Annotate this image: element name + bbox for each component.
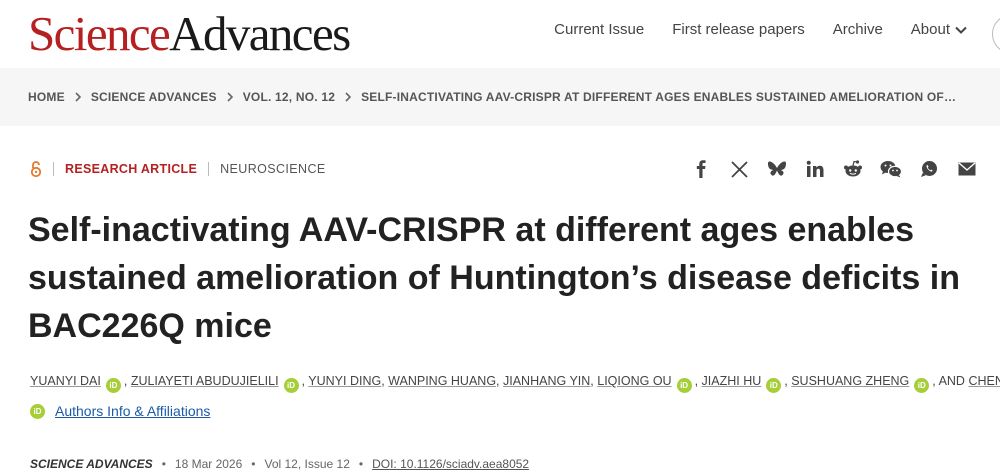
orcid-icon[interactable]: iD [676,378,692,393]
author-name[interactable]: WANPING HUANG [388,374,496,388]
author-name[interactable]: LIQIONG OU [597,374,671,388]
orcid-icon[interactable]: iD [914,378,930,393]
nav-first-release-papers[interactable]: First release papers [672,20,805,40]
bullet-separator: • [161,457,166,471]
open-access-icon [30,161,42,178]
orcid-icon[interactable]: iD [283,378,299,393]
author-name[interactable]: JIANHANG YIN [503,374,590,388]
orcid-icon[interactable]: iD [105,378,121,393]
author-name[interactable]: JIAZHI HU [702,374,762,388]
breadcrumb-journal[interactable]: SCIENCE ADVANCES [91,90,217,104]
breadcrumb-band: HOME SCIENCE ADVANCES VOL. 12, NO. 12 SE… [0,68,1000,126]
volume-issue[interactable]: Vol 12, Issue 12 [264,457,349,471]
x-icon[interactable] [728,158,750,180]
logo[interactable]: ScienceAdvances [28,6,351,62]
publication-date: 18 Mar 2026 [174,457,243,471]
chevron-down-icon [955,26,967,34]
linkedin-icon[interactable] [804,158,826,180]
facebook-icon[interactable] [690,158,712,180]
account-button[interactable] [992,14,1000,54]
author-name[interactable]: SUSHUANG ZHENG [791,374,909,388]
top-nav: Current Issue First release papers Archi… [554,20,968,40]
article-subject[interactable]: NEUROSCIENCE [220,162,326,176]
site-header: ScienceAdvances Current Issue First rele… [0,0,1000,68]
author-name[interactable]: YUANYI DAI [30,374,101,388]
publication-info: SCIENCE ADVANCES • 18 Mar 2026 • Vol 12,… [30,457,529,471]
doi-link[interactable]: DOI: 10.1126/sciadv.aea8052 [372,457,529,471]
author-name[interactable]: ZULIAYETI ABUDUJIELILI [131,374,279,388]
author-name[interactable]: CHENJIAN LI [968,374,1000,388]
chevron-right-icon [226,92,234,102]
author-list: YUANYI DAI iD, ZULIAYETI ABUDUJIELILI iD, … [30,372,1000,393]
breadcrumb: HOME SCIENCE ADVANCES VOL. 12, NO. 12 SE… [28,90,956,104]
breadcrumb-current: SELF-INACTIVATING AAV-CRISPR AT DIFFEREN… [361,90,957,104]
breadcrumb-home[interactable]: HOME [28,90,65,104]
orcid-icon[interactable]: iD [766,378,782,393]
bullet-separator: • [358,457,364,471]
share-bar [690,158,978,180]
chevron-right-icon [344,92,352,102]
article-type[interactable]: RESEARCH ARTICLE [65,162,197,176]
logo-advances: Advances [169,6,351,61]
breadcrumb-issue[interactable]: VOL. 12, NO. 12 [243,90,335,104]
article-title: Self-inactivating AAV-CRISPR at differen… [28,211,960,345]
affiliations-row: iD Authors Info & Affiliations [30,403,210,419]
logo-science: Science [28,6,171,61]
email-icon[interactable] [956,158,978,180]
nav-about-label: About [910,21,950,38]
reddit-icon[interactable] [842,158,864,180]
whatsapp-icon[interactable] [918,158,940,180]
divider [208,162,210,176]
author-and: AND [938,374,965,388]
nav-archive[interactable]: Archive [833,20,883,40]
divider [53,162,54,176]
orcid-icon[interactable]: iD [30,403,45,419]
article-meta: RESEARCH ARTICLE NEUROSCIENCE [30,160,326,178]
author-name[interactable]: YUNYI DING [308,374,381,388]
bluesky-icon[interactable] [766,158,788,180]
nav-current-issue[interactable]: Current Issue [554,20,644,40]
authors-info-link[interactable]: Authors Info & Affiliations [55,403,210,419]
wechat-icon[interactable] [880,158,902,180]
chevron-right-icon [74,92,82,102]
bullet-separator: • [251,457,256,471]
journal-name[interactable]: SCIENCE ADVANCES [30,457,153,471]
nav-about[interactable]: About [911,20,968,40]
